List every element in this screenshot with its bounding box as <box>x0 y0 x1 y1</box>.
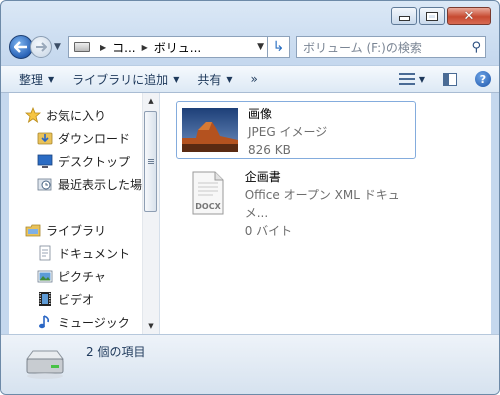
docx-badge: DOCX <box>195 202 221 211</box>
navigation-bar: ▼ ▶ コ... ▶ ボリュ... ▼ ↳ ボリューム (F:)の検索 ⚲ <box>9 35 491 59</box>
libraries-icon <box>25 222 41 238</box>
maximize-icon <box>426 11 438 21</box>
file-name: 画像 <box>248 107 273 121</box>
explorer-window: ✕ ▼ ▶ コ... ▶ ボリュ... ▼ ↳ ボリューム (F:)の検索 ⚲ … <box>0 0 500 395</box>
chevron-down-icon: ▼ <box>226 74 233 84</box>
drive-icon <box>74 42 90 52</box>
file-list: 画像 JPEG イメージ 826 KB DOCX 企画書 Office オープン… <box>160 93 491 334</box>
forward-arrow-icon <box>36 42 47 52</box>
breadcrumb-separator-icon[interactable]: ▶ <box>100 43 106 52</box>
recent-pages-dropdown[interactable]: ▼ <box>54 42 64 52</box>
jpeg-thumbnail-icon <box>182 108 238 152</box>
file-size: 826 KB <box>248 143 291 157</box>
nav-item-desktop[interactable]: デスクトップ <box>37 151 130 171</box>
search-input[interactable]: ボリューム (F:)の検索 ⚲ <box>296 36 486 58</box>
grip-icon <box>147 158 154 165</box>
nav-item-label: ピクチャ <box>58 269 106 284</box>
nav-item-label: ビデオ <box>58 292 95 307</box>
scroll-down-icon[interactable]: ▼ <box>143 318 159 334</box>
nav-scrollbar[interactable]: ▲ ▼ <box>142 93 159 334</box>
toolbar-right: ▼ ? <box>398 66 491 92</box>
change-view-button[interactable]: ▼ <box>398 73 425 85</box>
breadcrumb-volume[interactable]: ボリュ... <box>154 39 201 56</box>
music-icon <box>37 314 53 330</box>
help-button[interactable]: ? <box>475 71 491 87</box>
maximize-button[interactable] <box>419 7 445 25</box>
nav-item-pictures[interactable]: ピクチャ <box>37 266 106 286</box>
chevron-down-icon: ▼ <box>48 74 55 84</box>
nav-item-music[interactable]: ミュージック <box>37 312 130 332</box>
organize-button[interactable]: 整理 ▼ <box>19 71 54 88</box>
breadcrumb-separator-icon[interactable]: ▶ <box>142 43 148 52</box>
file-item-plan-document[interactable]: DOCX 企画書 Office オープン XML ドキュメ... 0 バイト <box>176 165 416 238</box>
documents-icon <box>37 245 53 261</box>
downloads-folder-icon <box>37 130 53 146</box>
chevron-down-icon: ▼ <box>418 74 425 84</box>
add-to-library-label: ライブラリに追加 <box>72 72 169 87</box>
search-placeholder: ボリューム (F:)の検索 <box>303 40 422 55</box>
item-count: 2 個の項目 <box>86 345 146 359</box>
preview-pane-button[interactable] <box>443 72 457 86</box>
view-options-icon <box>398 73 415 85</box>
more-commands-button[interactable]: » <box>251 72 258 86</box>
nav-libraries-label: ライブラリ <box>46 223 107 238</box>
back-arrow-icon <box>14 41 27 53</box>
refresh-button[interactable]: ↳ <box>268 36 290 58</box>
nav-item-documents[interactable]: ドキュメント <box>37 243 130 263</box>
file-item-image[interactable]: 画像 JPEG イメージ 826 KB <box>176 101 416 159</box>
recent-places-icon <box>37 176 53 192</box>
nav-item-label: ダウンロード <box>58 131 131 146</box>
close-icon: ✕ <box>463 8 475 24</box>
drive-large-icon <box>23 347 67 381</box>
more-label: » <box>250 72 258 86</box>
navigation-pane: お気に入り ダウンロード デスクトップ 最近表示した場所 ライブラリ ドキュメン… <box>9 93 160 334</box>
help-icon: ? <box>479 72 487 86</box>
command-bar: 整理 ▼ ライブラリに追加 ▼ 共有 ▼ » ▼ ? <box>1 65 499 93</box>
nav-item-videos[interactable]: ビデオ <box>37 289 94 309</box>
caption-buttons: ✕ <box>389 7 491 25</box>
nav-item-label: 最近表示した場所 <box>58 177 155 192</box>
docx-file-icon: DOCX <box>181 171 235 215</box>
desktop-icon <box>37 153 53 169</box>
minimize-button[interactable] <box>391 7 417 25</box>
details-pane: 2 個の項目 <box>1 334 499 394</box>
add-to-library-button[interactable]: ライブラリに追加 ▼ <box>72 71 179 88</box>
nav-item-downloads[interactable]: ダウンロード <box>37 128 130 148</box>
nav-item-label: ドキュメント <box>58 246 131 261</box>
search-icon[interactable]: ⚲ <box>471 40 481 55</box>
close-button[interactable]: ✕ <box>447 7 491 25</box>
organize-label: 整理 <box>19 72 44 87</box>
minimize-icon <box>398 16 410 21</box>
videos-icon <box>37 291 53 307</box>
star-icon <box>25 107 41 123</box>
scroll-thumb[interactable] <box>144 111 157 212</box>
file-type: Office オープン XML ドキュメ... <box>244 188 400 220</box>
pictures-icon <box>37 268 53 284</box>
file-size: 0 バイト <box>244 224 293 238</box>
nav-favorites-label: お気に入り <box>46 108 107 123</box>
address-dropdown-icon[interactable]: ▼ <box>254 42 267 52</box>
share-button[interactable]: 共有 ▼ <box>197 71 232 88</box>
refresh-icon: ↳ <box>272 39 285 55</box>
nav-item-label: デスクトップ <box>58 154 131 169</box>
scroll-up-icon[interactable]: ▲ <box>143 93 159 109</box>
address-bar[interactable]: ▶ コ... ▶ ボリュ... ▼ <box>68 36 268 58</box>
nav-favorites[interactable]: お気に入り <box>25 105 106 125</box>
forward-button[interactable] <box>30 36 52 58</box>
breadcrumb-computer[interactable]: コ... <box>112 39 135 56</box>
nav-item-label: ミュージック <box>58 315 130 330</box>
file-name: 企画書 <box>244 170 281 184</box>
nav-item-recent-places[interactable]: 最近表示した場所 <box>37 174 154 194</box>
chevron-down-icon: ▼ <box>173 74 180 84</box>
file-type: JPEG イメージ <box>248 125 328 139</box>
nav-libraries[interactable]: ライブラリ <box>25 220 106 240</box>
share-label: 共有 <box>197 72 222 87</box>
